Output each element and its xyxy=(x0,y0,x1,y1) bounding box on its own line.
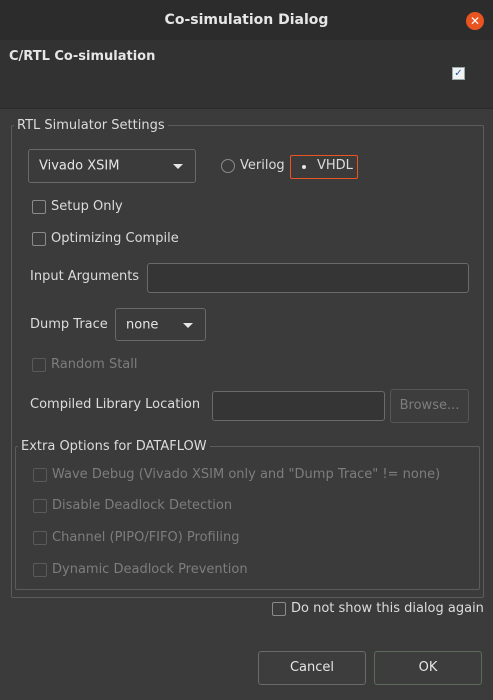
dynamic-deadlock-checkbox xyxy=(33,563,47,577)
simulator-select[interactable]: Vivado XSIM xyxy=(28,149,196,183)
input-arguments-field[interactable] xyxy=(147,263,469,293)
title-bar: Co-simulation Dialog ✕ xyxy=(0,0,493,41)
compiled-library-field[interactable] xyxy=(212,391,385,421)
window-title: Co-simulation Dialog xyxy=(164,12,329,28)
dump-trace-value: none xyxy=(126,317,159,332)
compiled-library-label: Compiled Library Location xyxy=(30,397,201,412)
setup-only-label[interactable]: Setup Only xyxy=(51,199,123,214)
dont-show-again-checkbox[interactable] xyxy=(272,602,286,616)
browse-button: Browse... xyxy=(390,389,469,423)
setup-only-checkbox[interactable] xyxy=(32,200,46,214)
input-arguments-label: Input Arguments xyxy=(30,269,140,284)
dump-trace-label: Dump Trace xyxy=(30,317,108,332)
dataflow-legend: Extra Options for DATAFLOW xyxy=(21,439,207,454)
random-stall-checkbox xyxy=(32,358,46,372)
optimizing-compile-checkbox[interactable] xyxy=(32,232,46,246)
chevron-down-icon xyxy=(183,322,193,328)
channel-profiling-checkbox xyxy=(33,531,47,545)
wave-debug-checkbox xyxy=(33,468,47,482)
chevron-down-icon xyxy=(173,164,183,169)
radio-vhdl[interactable] xyxy=(302,165,306,169)
random-stall-label: Random Stall xyxy=(51,357,138,372)
optimizing-compile-label[interactable]: Optimizing Compile xyxy=(51,231,179,246)
disable-deadlock-checkbox xyxy=(33,499,47,513)
dialog-header: C/RTL Co-simulation ✓ xyxy=(0,40,493,109)
radio-vhdl-label[interactable]: VHDL xyxy=(317,158,353,173)
dont-show-again-label[interactable]: Do not show this dialog again xyxy=(291,601,484,616)
header-title: C/RTL Co-simulation xyxy=(9,49,156,64)
disable-deadlock-label: Disable Deadlock Detection xyxy=(52,498,233,513)
ok-button[interactable]: OK xyxy=(374,651,482,685)
dynamic-deadlock-label: Dynamic Deadlock Prevention xyxy=(52,562,248,577)
radio-verilog-label[interactable]: Verilog xyxy=(240,158,285,173)
header-checkbox[interactable]: ✓ xyxy=(452,67,465,80)
channel-profiling-label: Channel (PIPO/FIFO) Profiling xyxy=(52,530,240,545)
wave-debug-label: Wave Debug (Vivado XSIM only and "Dump T… xyxy=(52,467,441,482)
simulator-select-value: Vivado XSIM xyxy=(39,158,120,174)
rtl-settings-legend: RTL Simulator Settings xyxy=(17,118,165,133)
cancel-button[interactable]: Cancel xyxy=(258,651,366,685)
close-icon[interactable]: ✕ xyxy=(466,12,484,30)
radio-verilog[interactable] xyxy=(221,159,235,173)
dump-trace-select[interactable]: none xyxy=(115,308,206,341)
